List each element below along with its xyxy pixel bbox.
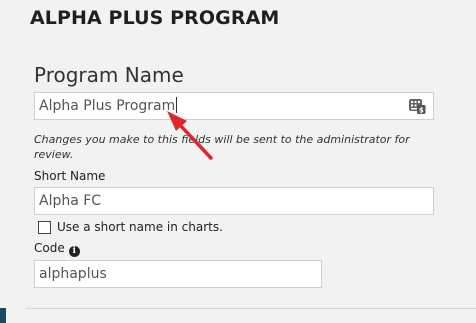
side-tab[interactable] xyxy=(0,308,6,323)
review-notice: Changes you make to this fields will be … xyxy=(34,133,410,161)
code-label-row: Code i xyxy=(34,241,80,257)
short-name-chart-option[interactable]: Use a short name in charts. xyxy=(38,219,223,235)
translate-icon[interactable]: $ xyxy=(408,97,426,115)
short-name-input[interactable]: Alpha FC xyxy=(34,187,434,215)
program-name-input[interactable]: Alpha Plus Program xyxy=(34,92,434,120)
page-title: ALPHA PLUS PROGRAM xyxy=(30,7,280,29)
code-label: Code xyxy=(34,241,65,255)
svg-text:$: $ xyxy=(419,107,424,115)
program-name-value: Alpha Plus Program xyxy=(39,98,176,114)
short-name-label: Short Name xyxy=(34,169,106,183)
text-caret xyxy=(176,97,178,113)
short-name-checkbox[interactable] xyxy=(38,220,51,234)
code-input[interactable]: alphaplus xyxy=(34,260,322,288)
section-divider xyxy=(26,308,476,309)
short-name-checkbox-label[interactable]: Use a short name in charts. xyxy=(57,220,223,234)
program-name-heading: Program Name xyxy=(34,63,184,87)
info-icon[interactable]: i xyxy=(68,246,80,257)
